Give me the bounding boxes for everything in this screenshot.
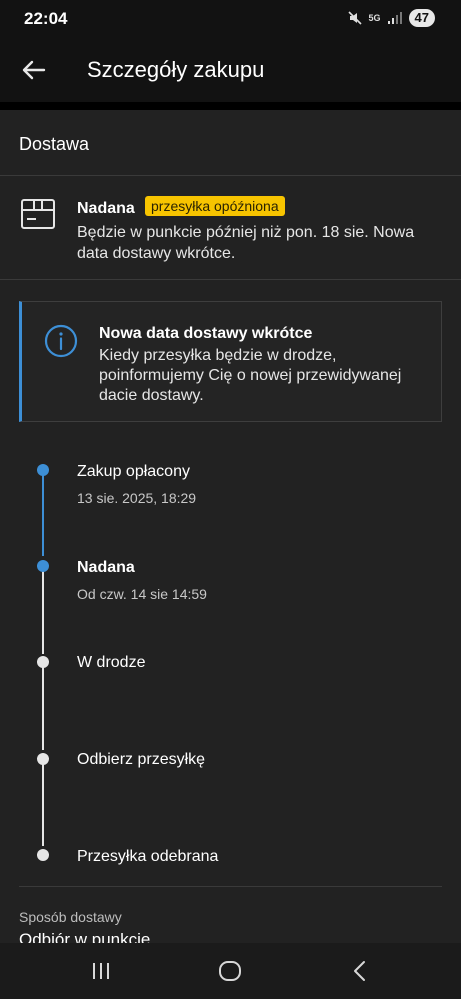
status-icons: 5G 47 [347, 9, 435, 27]
delivery-timeline: Zakup opłacony 13 sie. 2025, 18:29 Nadan… [0, 440, 461, 880]
back-icon[interactable] [347, 958, 373, 984]
divider [19, 886, 442, 887]
recent-apps-icon[interactable] [88, 958, 114, 984]
shipment-description: Będzie w punkcie później niż pon. 18 sie… [77, 224, 415, 262]
shipment-status: Nadana [77, 200, 135, 217]
status-time: 22:04 [24, 9, 68, 28]
page-title: Szczegóły zakupu [87, 57, 265, 82]
timeline-dot [37, 464, 49, 476]
timeline-step-label: W drodze [77, 654, 146, 671]
timeline-line [42, 760, 44, 846]
status-bar: 22:04 5G 47 [0, 0, 461, 38]
timeline-step-date: 13 sie. 2025, 18:29 [77, 490, 197, 506]
package-icon [20, 197, 56, 231]
system-nav-bar [0, 943, 461, 999]
mute-icon [347, 10, 363, 26]
section-title: Dostawa [19, 134, 90, 154]
timeline-line [42, 664, 44, 750]
info-title: Nowa data dostawy wkrótce [99, 325, 313, 342]
timeline-dot [37, 849, 49, 861]
delivery-method-value: Odbiór w punkcie [19, 930, 151, 943]
appbar-divider [0, 102, 461, 110]
arrow-left-icon[interactable] [18, 54, 50, 86]
timeline-dot [37, 560, 49, 572]
timeline-step-label: Nadana [77, 559, 135, 576]
timeline-line [42, 470, 44, 556]
home-icon[interactable] [217, 958, 243, 984]
timeline-step-label: Odbierz przesyłkę [77, 751, 206, 768]
signal-icon [387, 11, 403, 25]
timeline-dot [37, 656, 49, 668]
status-badge: przesyłka opóźniona [145, 196, 285, 216]
timeline-dot [37, 753, 49, 765]
timeline-step-label: Przesyłka odebrana [77, 848, 219, 865]
info-text: Kiedy przesyłka będzie w drodze, poinfor… [99, 347, 402, 404]
delivery-method-label: Sposób dostawy [19, 909, 122, 925]
timeline-line [42, 568, 44, 654]
app-bar: Szczegóły zakupu [0, 38, 461, 102]
info-icon [44, 324, 78, 358]
info-box: Nowa data dostawy wkrótce Kiedy przesyłk… [19, 301, 442, 422]
timeline-step-label: Zakup opłacony [77, 463, 190, 480]
network-5g-icon: 5G [368, 12, 381, 23]
section-header: Dostawa [0, 110, 461, 176]
shipment-summary: Nadana przesyłka opóźniona Będzie w punk… [0, 177, 461, 280]
battery-icon: 47 [408, 9, 435, 27]
timeline-step-date: Od czw. 14 sie 14:59 [77, 586, 207, 602]
